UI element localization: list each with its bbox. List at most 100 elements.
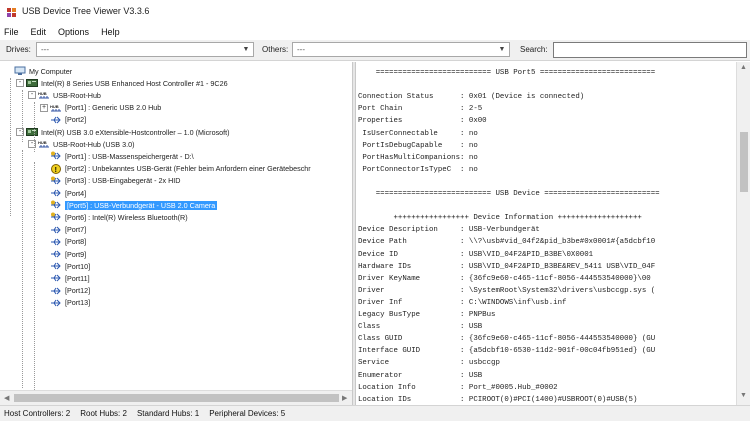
tree-node-label: [Port7] bbox=[65, 225, 87, 235]
scrollbar-thumb[interactable] bbox=[14, 394, 339, 402]
expand-icon[interactable]: + bbox=[40, 103, 48, 112]
tree-node[interactable]: [Port1] : USB-Massenspeichergerät - D:\ bbox=[50, 150, 194, 162]
others-value: --- bbox=[297, 45, 305, 54]
tree-node[interactable]: [Port7] bbox=[50, 224, 86, 236]
tree-node[interactable]: HUB USB-Root-Hub (USB 3.0) bbox=[38, 138, 134, 150]
drives-dropdown[interactable]: --- ▼ bbox=[36, 42, 254, 57]
others-dropdown[interactable]: --- ▼ bbox=[292, 42, 510, 57]
usb-port-icon bbox=[50, 188, 62, 198]
detail-line: Connection Status : 0x01 (Device is conn… bbox=[358, 93, 585, 102]
controller-icon bbox=[26, 127, 38, 137]
root-hub-icon: HUB bbox=[38, 139, 50, 149]
scroll-left-icon[interactable]: ◀ bbox=[4, 394, 9, 402]
app-icon bbox=[7, 8, 16, 17]
tree-node-label: USB-Root-Hub (USB 3.0) bbox=[53, 139, 135, 149]
detail-line: Port Chain : 2-5 bbox=[358, 105, 483, 114]
svg-text:HUB: HUB bbox=[38, 91, 47, 96]
usb-port-icon bbox=[50, 298, 62, 308]
status-root-hubs: Root Hubs: 2 bbox=[80, 409, 127, 418]
tree-node[interactable]: [Port8] bbox=[50, 236, 86, 248]
detail-line: Properties : 0x00 bbox=[358, 117, 487, 126]
scroll-down-icon[interactable]: ▼ bbox=[740, 392, 747, 399]
toolbar: Drives: --- ▼ Others: --- ▼ Search: bbox=[0, 40, 750, 61]
tree-connector bbox=[34, 162, 35, 402]
detail-line: +++++++++++++++++ Device Information +++… bbox=[358, 214, 642, 223]
device-tree[interactable]: My Computer - Intel(R) 8 Series USB Enhanc… bbox=[0, 62, 352, 405]
menu-help[interactable]: Help bbox=[101, 27, 120, 37]
chevron-down-icon: ▼ bbox=[242, 46, 250, 53]
tree-node[interactable]: [Port11] bbox=[50, 272, 90, 284]
detail-line: Interface GUID : {a5dcbf10-6530-11d2-901… bbox=[358, 347, 656, 356]
tree-node[interactable]: Intel(R) USB 3.0 eXtensible-Hostcontroll… bbox=[26, 126, 230, 138]
detail-line: Driver : \SystemRoot\System32\drivers\us… bbox=[358, 286, 656, 295]
tree-node[interactable]: My Computer bbox=[14, 65, 72, 77]
detail-line: Class : USB bbox=[358, 323, 483, 332]
detail-line: PortConnectorIsTypeC : no bbox=[358, 165, 478, 174]
collapse-icon[interactable]: - bbox=[28, 91, 36, 100]
tree-node[interactable]: [Port2] bbox=[50, 114, 86, 126]
details-vertical-scrollbar[interactable]: ▲ ▼ bbox=[736, 62, 750, 405]
detail-line: Driver KeyName : {36fc9e60-c465-11cf-805… bbox=[358, 274, 651, 283]
title-bar: USB Device Tree Viewer V3.3.6 bbox=[0, 0, 750, 24]
tree-node-label: [Port11] bbox=[65, 273, 90, 283]
menu-edit[interactable]: Edit bbox=[31, 27, 47, 37]
tree-node-label: [Port1] : Generic USB 2.0 Hub bbox=[65, 103, 162, 113]
tree-node-label: [Port2] : Unbekanntes USB-Gerät (Fehler … bbox=[65, 164, 311, 174]
tree-node[interactable]: [Port4] bbox=[50, 187, 86, 199]
tree-node[interactable]: [Port12] bbox=[50, 285, 90, 297]
usb-device-icon bbox=[50, 176, 62, 186]
controller-icon bbox=[26, 78, 38, 88]
menu-bar: File Edit Options Help bbox=[0, 24, 750, 40]
detail-line: Location Info : Port_#0005.Hub_#0002 bbox=[358, 383, 558, 392]
detail-line: Class GUID : {36fc9e60-c465-11cf-8056-44… bbox=[358, 335, 656, 344]
collapse-icon[interactable]: - bbox=[16, 79, 24, 88]
menu-file[interactable]: File bbox=[4, 27, 19, 37]
usb-port-icon bbox=[50, 115, 62, 125]
tree-node-label: Intel(R) 8 Series USB Enhanced Host Cont… bbox=[41, 78, 228, 88]
scrollbar-thumb[interactable] bbox=[740, 132, 748, 192]
detail-line: PortIsDebugCapable : no bbox=[358, 141, 478, 150]
tree-node[interactable]: [Port13] bbox=[50, 297, 90, 309]
usb-device-icon bbox=[50, 212, 62, 222]
scroll-right-icon[interactable]: ▶ bbox=[342, 394, 347, 402]
tree-node[interactable]: ! [Port2] : Unbekanntes USB-Gerät (Fehler… bbox=[50, 163, 311, 175]
status-host-controllers: Host Controllers: 2 bbox=[4, 409, 71, 418]
tree-node-label: My Computer bbox=[29, 66, 73, 76]
svg-text:HUB: HUB bbox=[38, 140, 47, 145]
tree-node[interactable]: HUB [Port1] : Generic USB 2.0 Hub bbox=[50, 102, 161, 114]
others-label: Others: bbox=[262, 45, 289, 54]
tree-node-label: [Port8] bbox=[65, 237, 87, 247]
warning-device-icon: ! bbox=[50, 163, 62, 174]
tree-node[interactable]: [Port10] bbox=[50, 260, 90, 272]
scroll-up-icon[interactable]: ▲ bbox=[740, 64, 747, 71]
detail-line: ========================== USB Port5 ===… bbox=[358, 69, 656, 77]
search-input[interactable] bbox=[553, 42, 747, 58]
tree-node-label: [Port13] bbox=[65, 298, 91, 308]
detail-line: Legacy BusType : PNPBus bbox=[358, 311, 496, 319]
tree-horizontal-scrollbar[interactable]: ◀ ▶ bbox=[0, 390, 352, 405]
tree-node-label: [Port5] : USB-Verbundgerät - USB 2.0 Cam… bbox=[65, 200, 218, 210]
tree-node[interactable]: [Port6] : Intel(R) Wireless Bluetooth(R) bbox=[50, 211, 188, 223]
computer-icon bbox=[14, 66, 26, 76]
tree-node[interactable]: [Port9] bbox=[50, 248, 86, 260]
window-title: USB Device Tree Viewer V3.3.6 bbox=[22, 6, 150, 16]
status-standard-hubs: Standard Hubs: 1 bbox=[136, 409, 200, 418]
usb-port-icon bbox=[50, 237, 62, 247]
menu-options[interactable]: Options bbox=[58, 27, 89, 37]
tree-node[interactable]: [Port5] : USB-Verbundgerät - USB 2.0 Cam… bbox=[50, 199, 218, 211]
tree-node[interactable]: [Port3] : USB-Eingabegerät - 2x HID bbox=[50, 175, 180, 187]
svg-text:!: ! bbox=[55, 166, 57, 173]
detail-line: Location IDs : PCIROOT(0)#PCI(1400)#USBR… bbox=[358, 395, 638, 404]
detail-line: Device ID : USB\VID_04F2&PID_B3BE\0X0001 bbox=[358, 250, 594, 259]
root-hub-icon: HUB bbox=[38, 90, 50, 100]
tree-node-label: [Port10] bbox=[65, 261, 91, 271]
tree-connector bbox=[22, 150, 23, 388]
detail-line: Hardware IDs : USB\VID_04F2&PID_B3BE&REV… bbox=[358, 262, 656, 271]
usb-port-icon bbox=[50, 249, 62, 259]
detail-line: Enumerator : USB bbox=[358, 371, 483, 380]
detail-line: PortHasMultiCompanions: no bbox=[358, 153, 478, 162]
details-pane[interactable]: ========================== USB Port5 ===… bbox=[356, 62, 736, 405]
detail-line: Service : usbccgp bbox=[358, 359, 500, 368]
tree-node[interactable]: Intel(R) 8 Series USB Enhanced Host Cont… bbox=[26, 77, 228, 89]
tree-node[interactable]: HUB USB-Root-Hub bbox=[38, 89, 101, 101]
